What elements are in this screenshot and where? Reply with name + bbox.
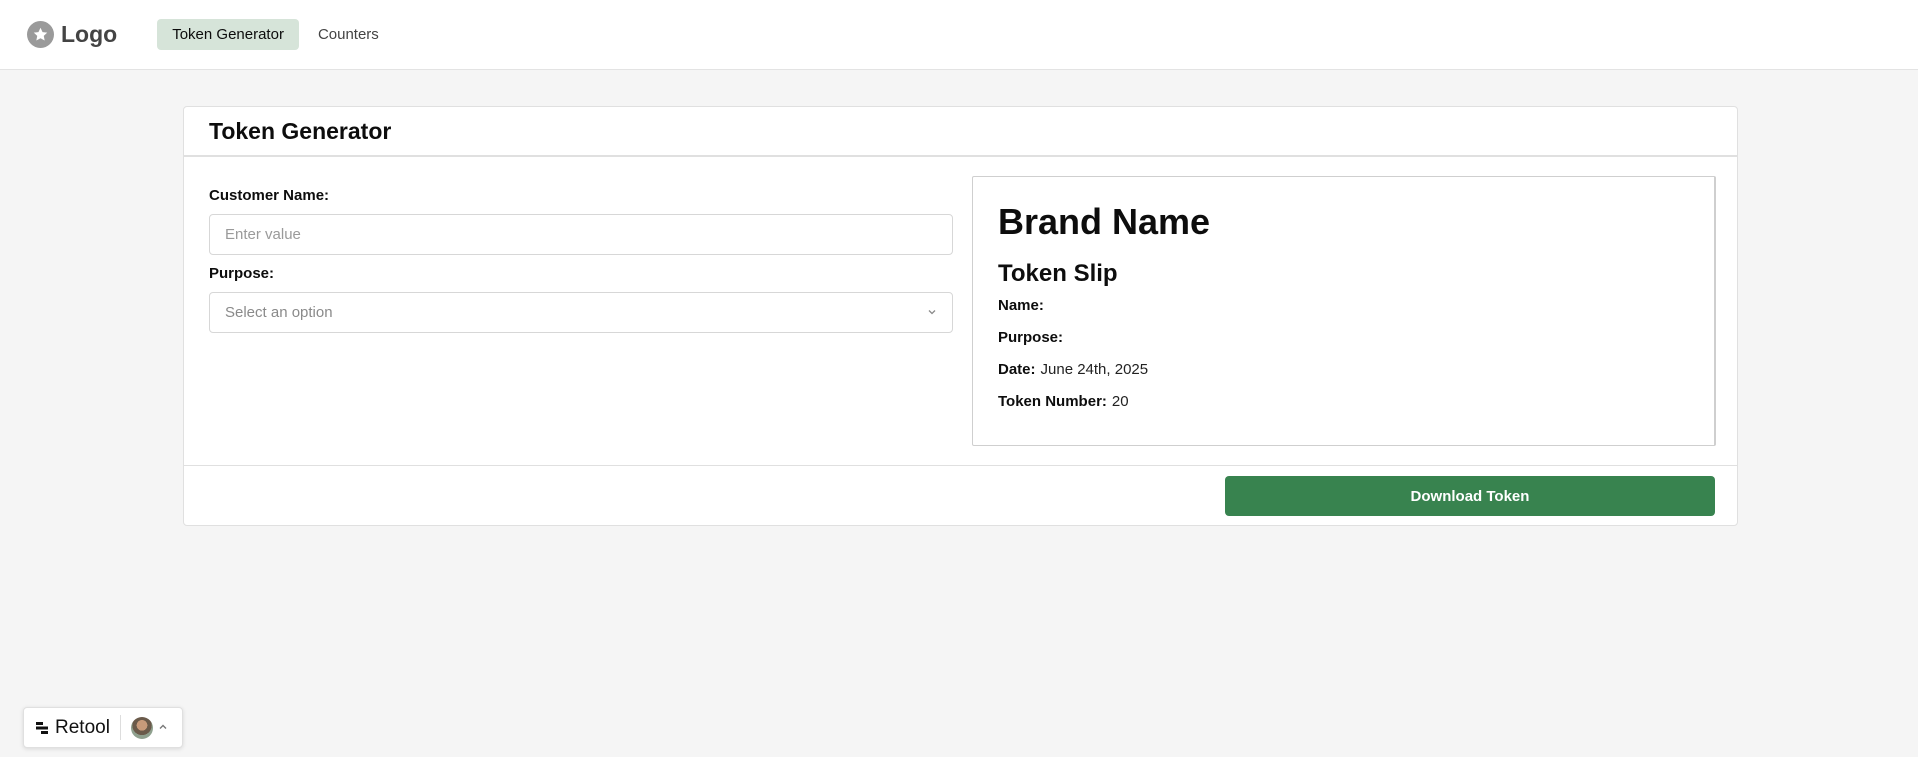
logo[interactable]: Logo — [27, 21, 117, 48]
tab-counters[interactable]: Counters — [303, 19, 394, 50]
slip-token-value: 20 — [1111, 393, 1129, 410]
customer-name-input[interactable] — [209, 214, 953, 255]
token-form: Customer Name: Purpose: Select an option — [209, 187, 953, 333]
slip-token-row: Token Number: 20 — [998, 391, 1689, 413]
slip-token-key: Token Number: — [998, 393, 1107, 410]
logo-text: Logo — [61, 21, 118, 47]
purpose-select-placeholder: Select an option — [225, 304, 333, 321]
slip-purpose-row: Purpose: — [998, 327, 1689, 349]
purpose-select[interactable]: Select an option — [209, 292, 953, 333]
token-generator-card: Token Generator Customer Name: Purpose: … — [183, 106, 1738, 526]
top-navigation: Logo Token Generator Counters — [0, 0, 1918, 70]
purpose-label: Purpose: — [209, 265, 275, 282]
avatar[interactable] — [130, 716, 153, 739]
brand-name: Brand Name — [998, 201, 1211, 242]
card-header: Token Generator — [184, 107, 1737, 157]
slip-date-row: Date: June 24th, 2025 — [998, 359, 1689, 381]
page-title: Token Generator — [209, 117, 392, 144]
retool-badge[interactable]: Retool — [23, 707, 183, 748]
customer-name-label: Customer Name: — [209, 187, 330, 204]
retool-label: Retool — [55, 716, 110, 738]
card-footer: Download Token — [184, 465, 1737, 525]
token-slip-preview: Brand Name Token Slip Name: Purpose: Dat… — [972, 176, 1716, 446]
chevron-up-icon[interactable] — [158, 719, 168, 737]
retool-icon — [35, 721, 49, 735]
slip-name-key: Name: — [998, 297, 1044, 314]
slip-name-row: Name: — [998, 295, 1689, 317]
token-slip-title: Token Slip — [998, 260, 1118, 287]
chevron-down-icon — [927, 304, 937, 322]
slip-purpose-key: Purpose: — [998, 329, 1064, 346]
download-token-button[interactable]: Download Token — [1225, 476, 1715, 516]
star-icon — [27, 21, 54, 48]
slip-date-value: June 24th, 2025 — [1040, 361, 1149, 378]
divider — [119, 715, 121, 740]
nav-tabs: Token Generator Counters — [157, 19, 398, 50]
tab-token-generator[interactable]: Token Generator — [157, 19, 299, 50]
slip-date-key: Date: — [998, 361, 1036, 378]
